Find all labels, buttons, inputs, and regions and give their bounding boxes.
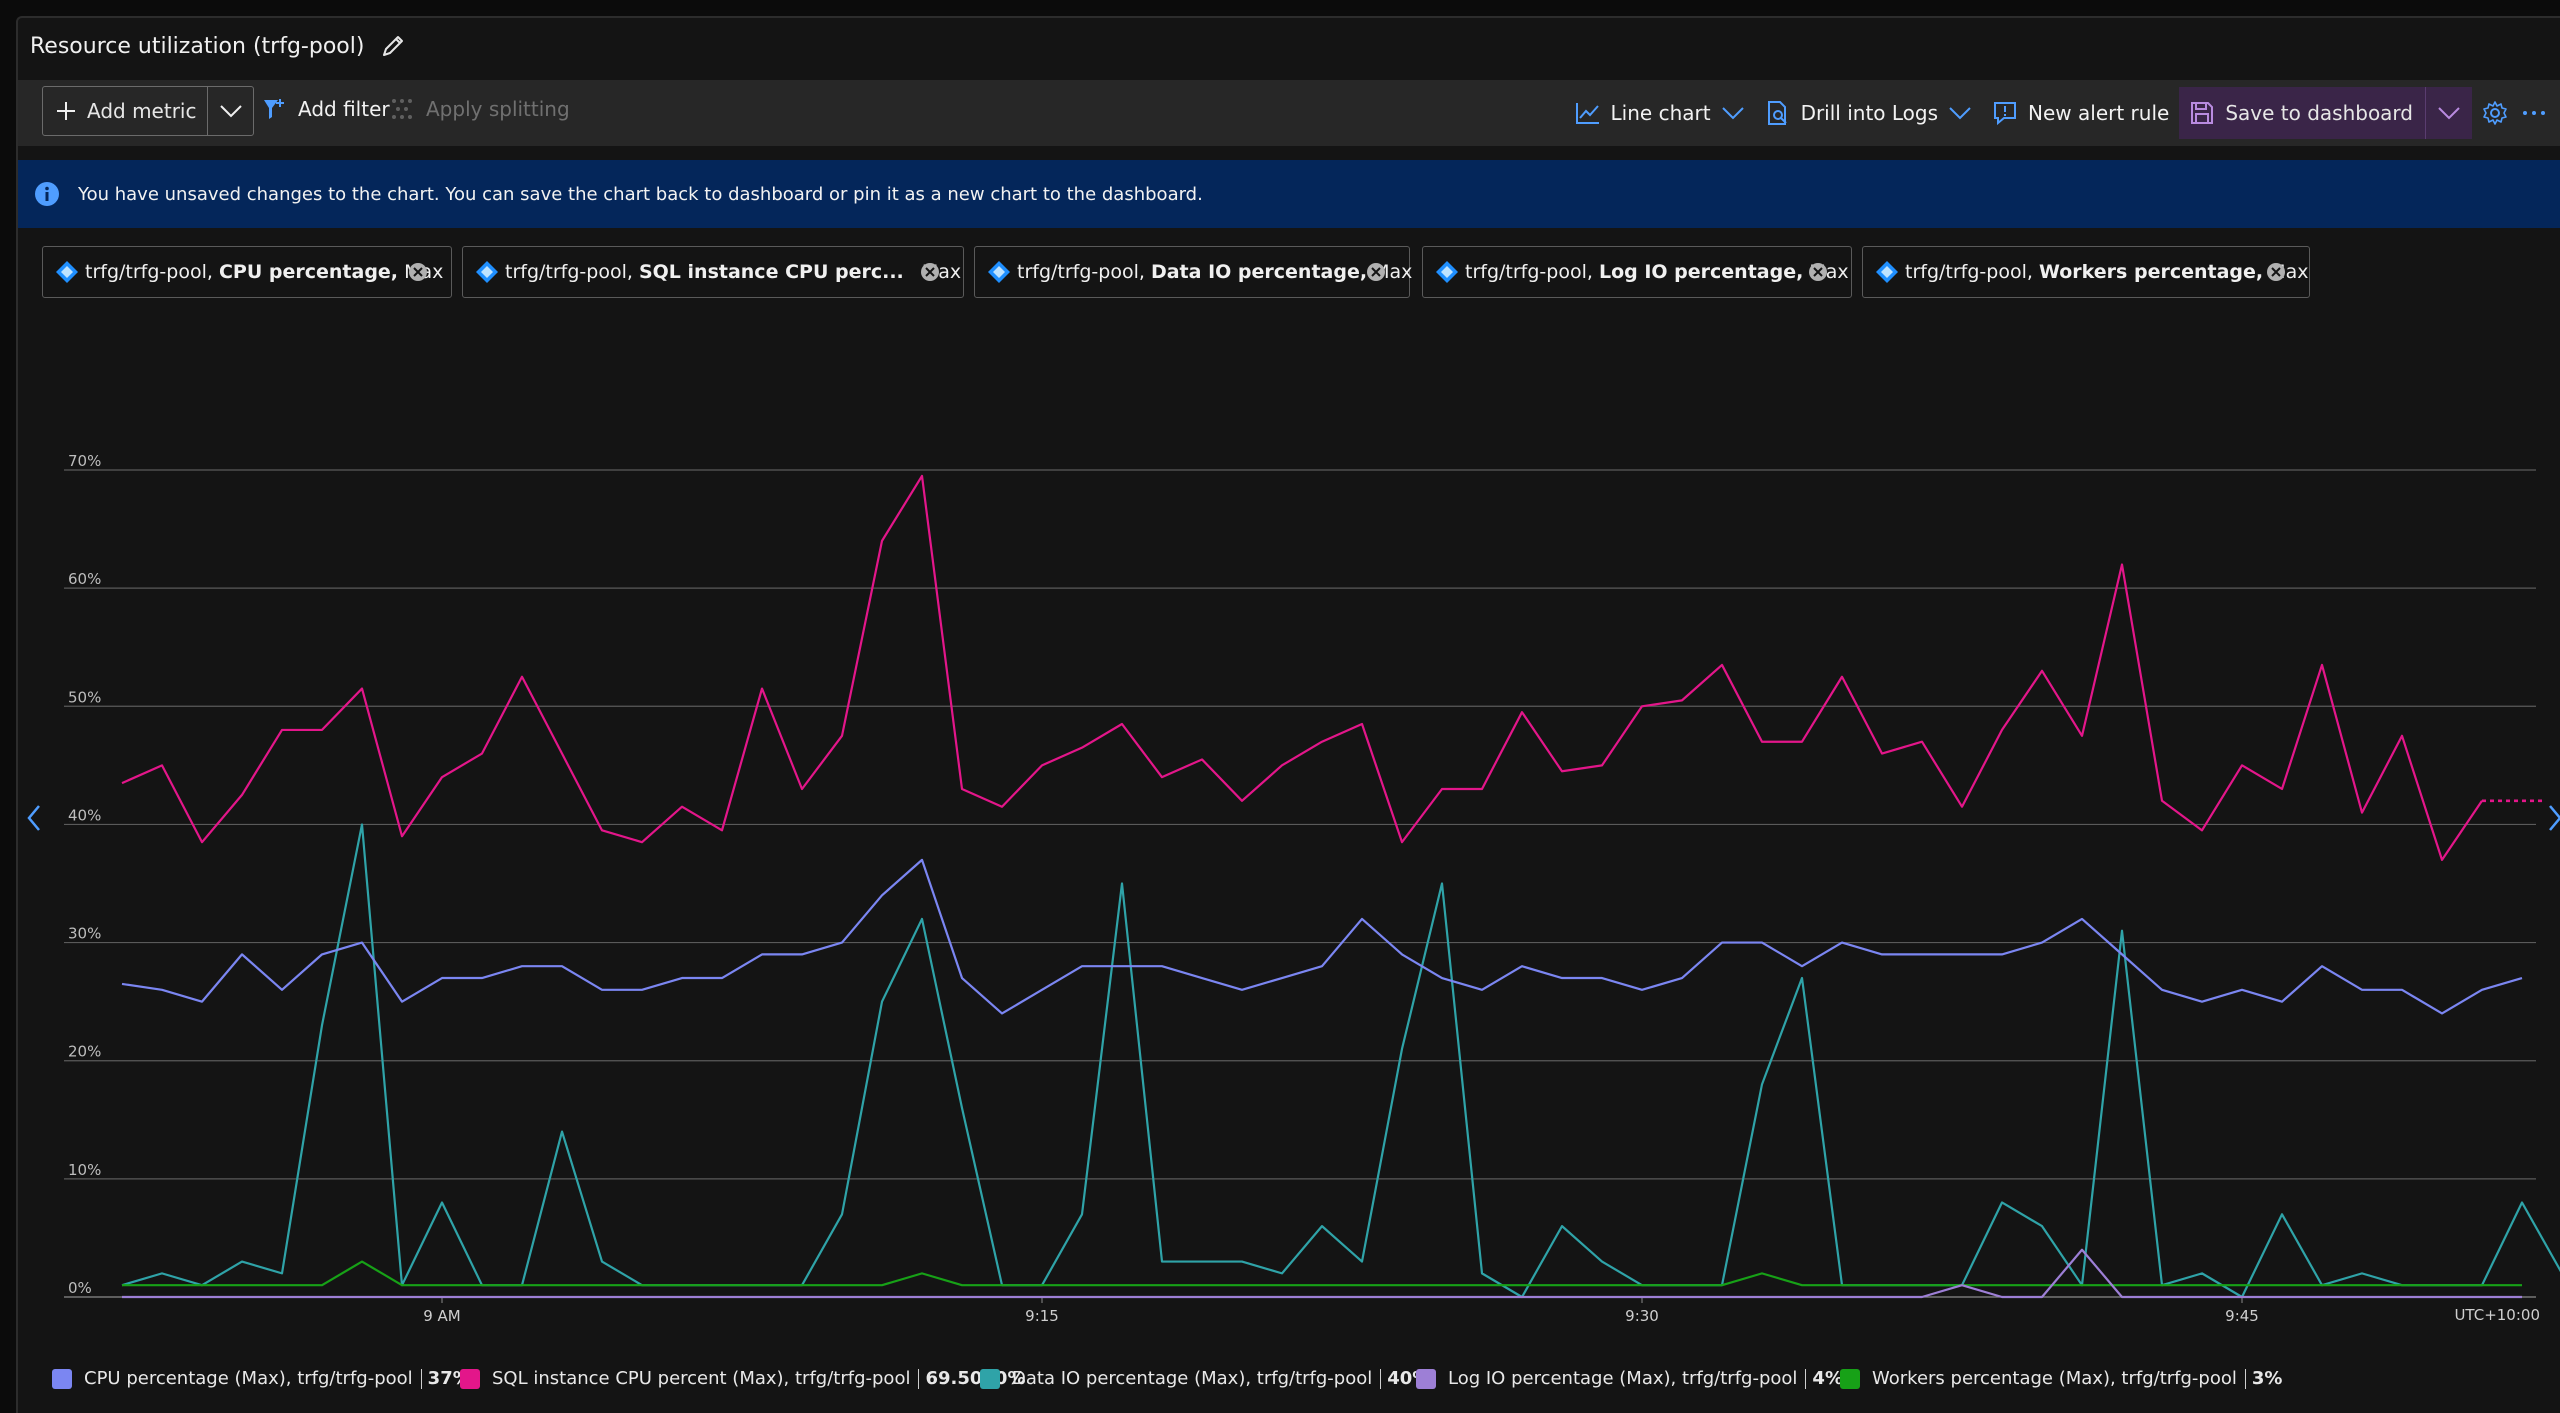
add-metric-split-button: Add metric xyxy=(42,86,254,136)
chevron-down-icon xyxy=(219,104,243,118)
save-to-dashboard-button[interactable]: Save to dashboard xyxy=(2179,87,2425,139)
add-metric-button[interactable]: Add metric xyxy=(43,87,207,135)
save-icon xyxy=(2189,100,2215,126)
toolbar: Add metric Add filter Apply splitting Li… xyxy=(18,80,2560,146)
legend-swatch xyxy=(460,1368,480,1389)
chevron-down-icon xyxy=(2437,106,2461,120)
drill-into-logs-label: Drill into Logs xyxy=(1800,101,1939,125)
pill-metric: CPU percentage, xyxy=(218,261,399,283)
pill-resource: trfg/trfg-pool, xyxy=(1465,261,1593,283)
alert-icon xyxy=(1992,100,2018,126)
legend-separator xyxy=(1805,1368,1807,1389)
apply-splitting-label: Apply splitting xyxy=(426,97,570,121)
pan-left-chevron-icon[interactable] xyxy=(26,804,42,832)
info-icon xyxy=(34,181,60,207)
legend-separator xyxy=(918,1368,920,1389)
add-metric-label: Add metric xyxy=(87,99,197,123)
legend-item-cpu[interactable]: CPU percentage (Max), trfg/trfg-pool 37% xyxy=(52,1368,471,1389)
legend-label: CPU percentage (Max), trfg/trfg-pool xyxy=(84,1368,413,1389)
pill-resource: trfg/trfg-pool, xyxy=(85,261,213,283)
pan-right-chevron-icon[interactable] xyxy=(2548,804,2560,832)
legend-item-data-io[interactable]: Data IO percentage (Max), trfg/trfg-pool… xyxy=(980,1368,1430,1389)
legend-value: 4% xyxy=(1812,1368,1843,1389)
metric-pill[interactable]: trfg/trfg-pool, Data IO percentage, Max xyxy=(974,246,1412,298)
legend-item-sql-cpu[interactable]: SQL instance CPU percent (Max), trfg/trf… xyxy=(460,1368,1026,1389)
chevron-down-icon xyxy=(1721,106,1745,120)
plus-icon xyxy=(55,100,77,122)
chart-title: Resource utilization (trfg-pool) xyxy=(30,33,365,59)
splitting-icon xyxy=(390,97,416,121)
legend-swatch xyxy=(980,1368,1000,1389)
legend-separator xyxy=(2244,1368,2246,1389)
drill-into-logs-button[interactable]: Drill into Logs xyxy=(1765,100,1972,126)
legend-swatch xyxy=(52,1368,72,1389)
line-chart-button[interactable]: Line chart xyxy=(1575,101,1745,125)
chart-legend: CPU percentage (Max), trfg/trfg-pool 37%… xyxy=(52,1368,2542,1398)
new-alert-rule-button[interactable]: New alert rule xyxy=(1992,100,2169,126)
add-filter-button[interactable]: Add filter xyxy=(262,97,390,121)
remove-metric-icon[interactable] xyxy=(2265,261,2287,288)
metric-pill[interactable]: trfg/trfg-pool, Workers percentage, Max xyxy=(1862,246,2310,298)
remove-metric-icon[interactable] xyxy=(919,261,941,288)
title-bar: Resource utilization (trfg-pool) xyxy=(30,26,406,66)
more-options-icon[interactable] xyxy=(2522,109,2546,117)
legend-label: Log IO percentage (Max), trfg/trfg-pool xyxy=(1448,1368,1798,1389)
legend-item-workers[interactable]: Workers percentage (Max), trfg/trfg-pool… xyxy=(1840,1368,2282,1389)
pill-metric: SQL instance CPU perc... xyxy=(638,261,904,283)
info-banner: You have unsaved changes to the chart. Y… xyxy=(18,160,2560,228)
legend-separator xyxy=(420,1368,422,1389)
pill-resource: trfg/trfg-pool, xyxy=(505,261,633,283)
legend-value: 3% xyxy=(2251,1368,2283,1389)
logs-document-icon xyxy=(1765,100,1791,126)
add-metric-dropdown[interactable] xyxy=(208,87,253,135)
sql-pool-icon xyxy=(1435,260,1459,284)
gear-icon[interactable] xyxy=(2482,100,2508,126)
legend-item-log-io[interactable]: Log IO percentage (Max), trfg/trfg-pool … xyxy=(1416,1368,1843,1389)
add-filter-label: Add filter xyxy=(298,97,390,121)
info-message: You have unsaved changes to the chart. Y… xyxy=(78,183,1203,205)
legend-swatch xyxy=(1840,1368,1860,1389)
save-to-dashboard-label: Save to dashboard xyxy=(2225,101,2413,125)
legend-label: SQL instance CPU percent (Max), trfg/trf… xyxy=(492,1368,911,1389)
remove-metric-icon[interactable] xyxy=(1365,261,1387,288)
sql-pool-icon xyxy=(987,260,1011,284)
edit-pencil-icon[interactable] xyxy=(380,33,406,59)
chevron-down-icon xyxy=(1948,106,1972,120)
pill-resource: trfg/trfg-pool, xyxy=(1017,261,1145,283)
legend-swatch xyxy=(1416,1368,1436,1389)
legend-separator xyxy=(1380,1368,1382,1389)
pill-metric: Data IO percentage, xyxy=(1150,261,1368,283)
pill-metric: Workers percentage, xyxy=(2038,261,2264,283)
metric-pill[interactable]: trfg/trfg-pool, CPU percentage, Max xyxy=(42,246,452,298)
sql-pool-icon xyxy=(475,260,499,284)
pill-resource: trfg/trfg-pool, xyxy=(1905,261,2033,283)
metric-pill[interactable]: trfg/trfg-pool, Log IO percentage, Max xyxy=(1422,246,1852,298)
line-chart-label: Line chart xyxy=(1610,101,1711,125)
line-chart-icon xyxy=(1575,101,1601,125)
filter-icon xyxy=(262,97,288,121)
legend-label: Data IO percentage (Max), trfg/trfg-pool xyxy=(1012,1368,1373,1389)
remove-metric-icon[interactable] xyxy=(1807,261,1829,288)
sql-pool-icon xyxy=(55,260,79,284)
legend-label: Workers percentage (Max), trfg/trfg-pool xyxy=(1872,1368,2237,1389)
apply-splitting-button[interactable]: Apply splitting xyxy=(390,97,570,121)
pill-metric: Log IO percentage, xyxy=(1598,261,1804,283)
sql-pool-icon xyxy=(1875,260,1899,284)
new-alert-rule-label: New alert rule xyxy=(2028,101,2170,125)
metric-pill[interactable]: trfg/trfg-pool, SQL instance CPU perc...… xyxy=(462,246,964,298)
save-dropdown[interactable] xyxy=(2425,87,2472,139)
remove-metric-icon[interactable] xyxy=(407,261,429,288)
toolbar-right: Line chart Drill into Logs New alert rul… xyxy=(1575,80,2560,146)
